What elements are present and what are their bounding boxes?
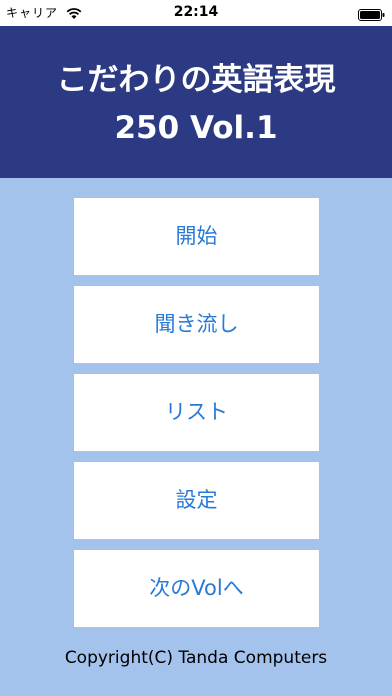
list-button[interactable]: リスト xyxy=(74,374,319,451)
main-menu: 開始 聞き流し リスト 設定 次のVolへ xyxy=(74,198,319,638)
status-bar: キャリア 22:14 xyxy=(0,0,392,26)
next-vol-button[interactable]: 次のVolへ xyxy=(74,550,319,627)
start-button[interactable]: 開始 xyxy=(74,198,319,275)
app-subtitle: 250 Vol.1 xyxy=(114,110,278,146)
status-time: 22:14 xyxy=(173,4,219,20)
battery-icon xyxy=(358,6,385,25)
app-title: こだわりの英語表現 xyxy=(56,62,336,98)
app-header: こだわりの英語表現 250 Vol.1 xyxy=(0,26,392,178)
listen-button[interactable]: 聞き流し xyxy=(74,286,319,363)
settings-button[interactable]: 設定 xyxy=(74,462,319,539)
copyright-text: Copyright(C) Tanda Computers xyxy=(64,648,328,668)
